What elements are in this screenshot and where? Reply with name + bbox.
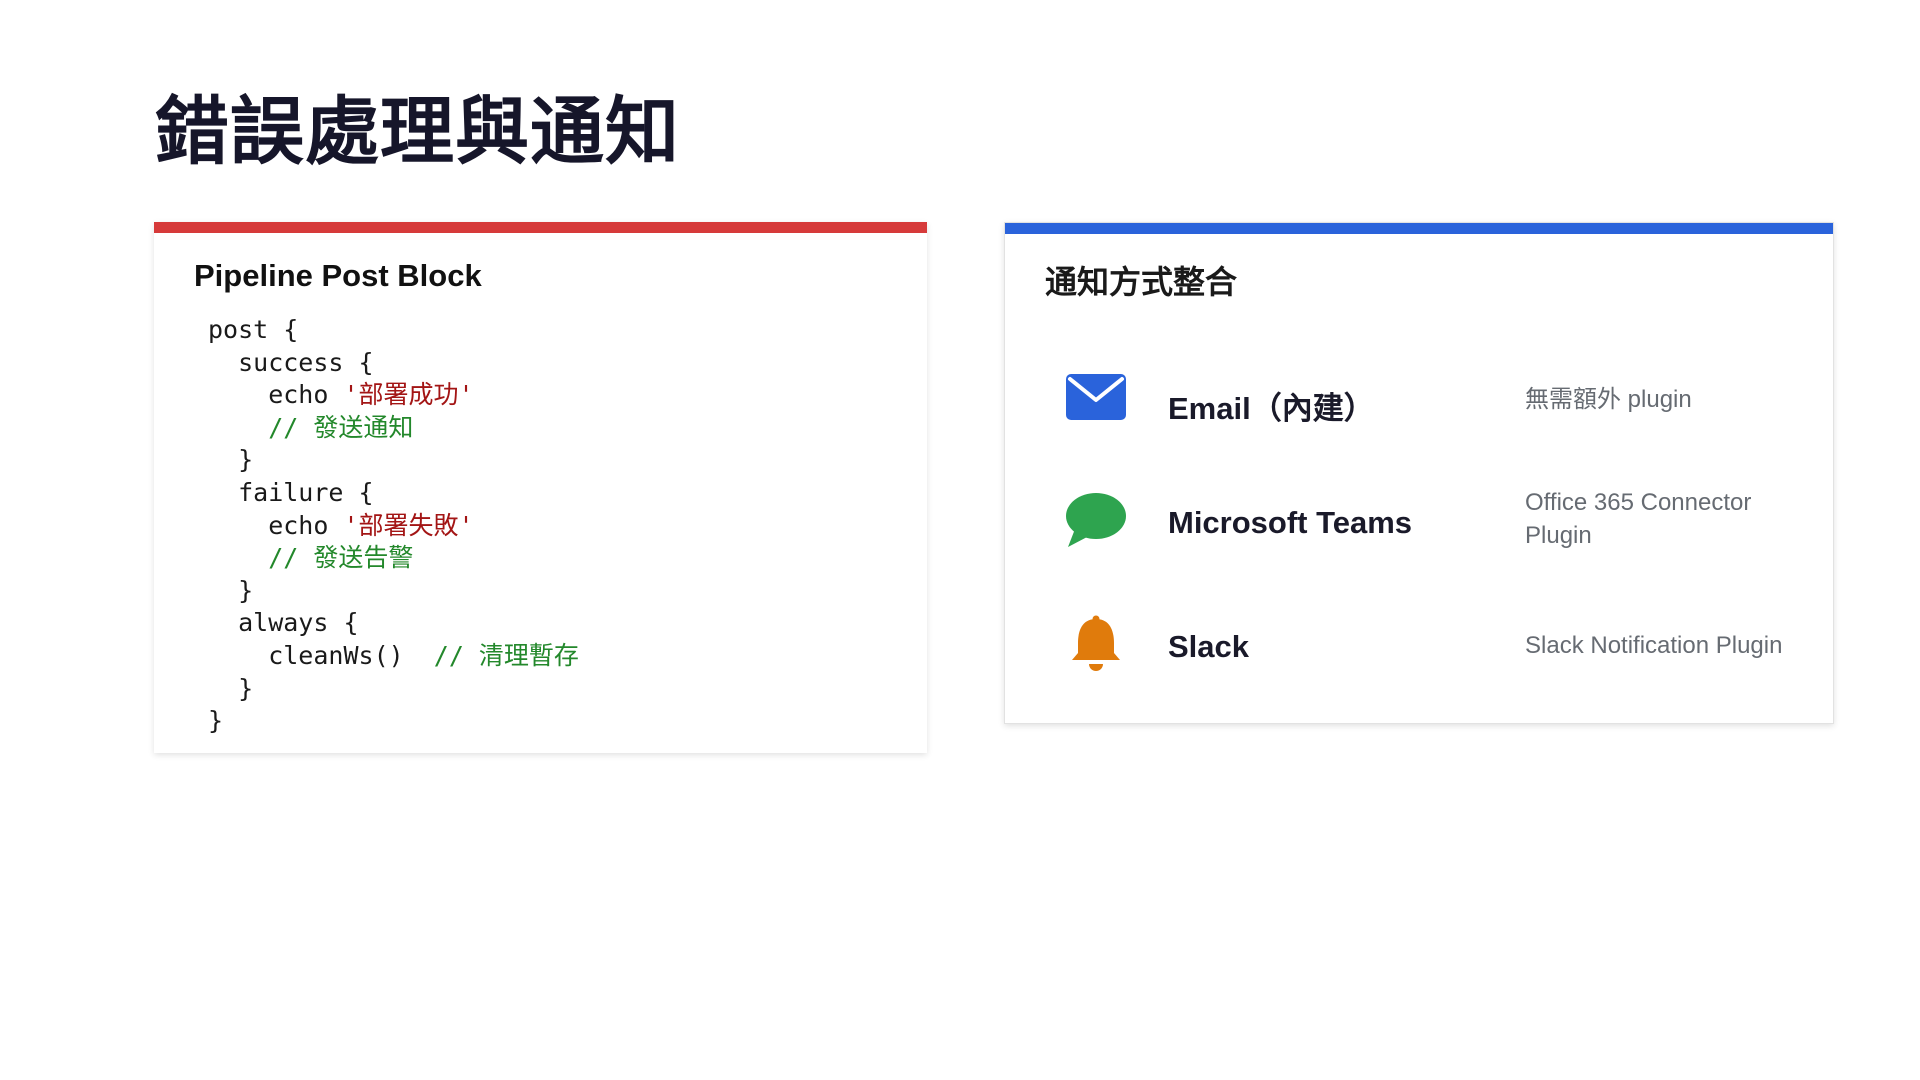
notify-item-description: 無需額外 plugin bbox=[1525, 386, 1692, 413]
notification-card-title: 通知方式整合 bbox=[1045, 263, 1238, 301]
notify-item-description: Office 365 Connector Plugin bbox=[1525, 489, 1752, 549]
code-keyword: cleanWs() bbox=[208, 640, 434, 670]
code-line: failure { bbox=[208, 477, 374, 507]
code-line: } bbox=[208, 575, 254, 605]
card-accent-bar bbox=[154, 222, 927, 233]
pipeline-post-card: Pipeline Post Block post { success { ech… bbox=[154, 222, 927, 753]
page-title: 錯誤處理與通知 bbox=[155, 89, 680, 175]
card-accent-bar bbox=[1005, 223, 1833, 234]
code-comment: // 發送告警 bbox=[208, 543, 414, 573]
code-block: post { success { echo '部署成功' // 發送通知 } f… bbox=[208, 314, 579, 738]
pipeline-card-title: Pipeline Post Block bbox=[194, 258, 482, 293]
code-line: always { bbox=[208, 608, 359, 638]
notify-item-description: Slack Notification Plugin bbox=[1525, 632, 1783, 659]
bell-icon bbox=[1072, 615, 1120, 671]
notify-item-slack: Slack Slack Notification Plugin bbox=[1005, 605, 1833, 685]
code-line: } bbox=[208, 673, 254, 703]
notify-item-name: Email（內建） bbox=[1168, 391, 1375, 426]
code-keyword: echo bbox=[208, 510, 344, 540]
notify-item-teams: Microsoft Teams Office 365 Connector Plu… bbox=[1005, 479, 1833, 559]
code-line: post { bbox=[208, 315, 299, 344]
notify-item-name: Microsoft Teams bbox=[1168, 505, 1413, 540]
chat-bubble-icon bbox=[1066, 493, 1126, 547]
code-line: success { bbox=[208, 347, 374, 377]
code-string: '部署失敗' bbox=[343, 510, 474, 540]
code-comment: // 發送通知 bbox=[208, 412, 414, 442]
notify-item-email: Email（內建） 無需額外 plugin bbox=[1005, 359, 1833, 439]
code-line: echo '部署失敗' bbox=[208, 510, 579, 543]
code-line: cleanWs() // 清理暫存 bbox=[208, 640, 579, 673]
code-keyword: echo bbox=[208, 380, 344, 410]
notification-card: 通知方式整合 Email（內建） 無需額外 plugin Microsoft T… bbox=[1004, 222, 1834, 724]
notify-item-name: Slack bbox=[1168, 629, 1250, 664]
envelope-icon bbox=[1066, 374, 1126, 420]
code-comment: // 清理暫存 bbox=[433, 640, 579, 670]
code-string: '部署成功' bbox=[343, 380, 474, 410]
code-line: } bbox=[208, 445, 254, 475]
code-line: } bbox=[208, 706, 224, 736]
code-line: echo '部署成功' bbox=[208, 379, 579, 412]
